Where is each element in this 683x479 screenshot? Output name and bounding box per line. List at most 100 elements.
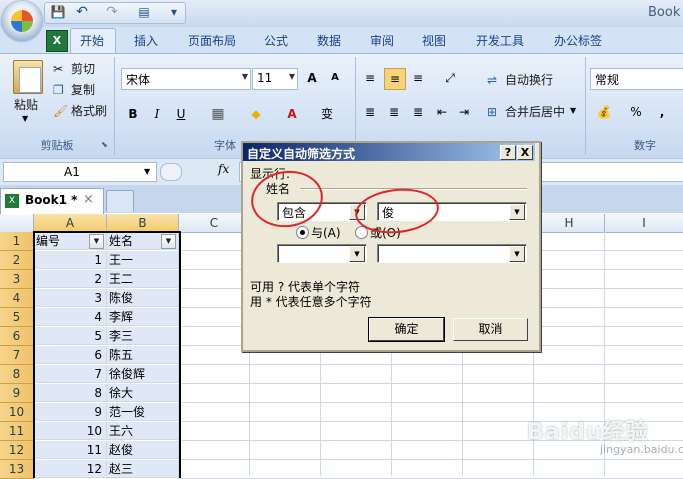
tab-page-layout[interactable]: 页面布局: [182, 30, 242, 52]
tab-office-tab[interactable]: 办公标签: [548, 30, 608, 52]
phonetic-icon[interactable]: 变: [316, 104, 338, 124]
new-tab-button[interactable]: [106, 190, 134, 212]
decrease-indent-icon[interactable]: ⇤: [432, 102, 452, 122]
orientation-icon[interactable]: ⤢: [440, 68, 460, 88]
cell-id[interactable]: 9: [34, 403, 107, 421]
grow-font-button[interactable]: A: [302, 68, 322, 88]
cell-id[interactable]: 4: [34, 308, 107, 326]
row-header[interactable]: 4: [0, 289, 34, 308]
cell-name[interactable]: 赵俊: [107, 441, 179, 459]
cell-name[interactable]: 陈俊: [107, 289, 179, 307]
namebox-resize-handle[interactable]: [160, 163, 182, 181]
number-format-combo[interactable]: 常规: [590, 68, 683, 90]
row-header[interactable]: 10: [0, 403, 34, 422]
undo-icon[interactable]: ↶: [74, 4, 90, 20]
cell-id[interactable]: 3: [34, 289, 107, 307]
cell-id[interactable]: 6: [34, 346, 107, 364]
cell-id[interactable]: 2: [34, 270, 107, 288]
percent-button[interactable]: %: [626, 102, 646, 122]
name-box[interactable]: A1 ▼: [3, 162, 157, 182]
bold-button[interactable]: B: [123, 104, 143, 124]
fx-icon[interactable]: fx: [218, 162, 229, 176]
cell-id[interactable]: 11: [34, 441, 107, 459]
merge-center-icon[interactable]: ⊞: [487, 102, 497, 122]
column-header-c[interactable]: C: [179, 214, 250, 233]
cell-name[interactable]: 李辉: [107, 308, 179, 326]
row-header[interactable]: 1: [0, 232, 34, 251]
cut-icon[interactable]: ✂: [53, 59, 63, 79]
align-center-icon[interactable]: ≣: [384, 102, 404, 122]
row-header[interactable]: 8: [0, 365, 34, 384]
select-all-corner[interactable]: [0, 214, 34, 233]
paste-button[interactable]: 粘贴: [14, 95, 38, 115]
tab-label[interactable]: 开始: [70, 30, 114, 52]
row-header[interactable]: 3: [0, 270, 34, 289]
align-right-icon[interactable]: ≣: [408, 102, 428, 122]
row-header[interactable]: 7: [0, 346, 34, 365]
borders-icon[interactable]: ▦: [208, 104, 228, 124]
column-header-i[interactable]: I: [605, 214, 683, 233]
font-size-combo[interactable]: 11 ▼: [252, 68, 298, 90]
column-header-b[interactable]: B: [107, 214, 179, 233]
cell-id[interactable]: 12: [34, 460, 107, 478]
cell-name[interactable]: 王二: [107, 270, 179, 288]
fill-color-icon[interactable]: ◆: [246, 104, 266, 124]
cell-id[interactable]: 10: [34, 422, 107, 440]
workbook-tab[interactable]: X Book1 * ×: [0, 188, 104, 214]
italic-button[interactable]: I: [147, 104, 167, 124]
dialog-titlebar[interactable]: 自定义自动筛选方式: [243, 143, 535, 161]
shrink-font-button[interactable]: A: [325, 68, 345, 88]
cell-name[interactable]: 陈五: [107, 346, 179, 364]
filter-dropdown-icon[interactable]: ▼: [89, 234, 104, 249]
format-painter-icon[interactable]: 🖌: [53, 101, 68, 121]
filter-dropdown-icon[interactable]: ▼: [161, 234, 176, 249]
align-middle-icon[interactable]: ≡: [384, 68, 406, 90]
cell-name[interactable]: 王六: [107, 422, 179, 440]
cell-name[interactable]: 徐俊辉: [107, 365, 179, 383]
ok-button[interactable]: 确定: [368, 317, 445, 342]
cell-name[interactable]: 范一俊: [107, 403, 179, 421]
format-painter-button[interactable]: 格式刷: [71, 101, 107, 121]
print-preview-icon[interactable]: ▤: [136, 4, 152, 20]
cell-id[interactable]: 8: [34, 384, 107, 402]
cell-name[interactable]: 赵三: [107, 460, 179, 478]
customize-qat-icon[interactable]: ▾: [166, 4, 182, 20]
chevron-down-icon[interactable]: ▼: [570, 106, 576, 115]
close-icon[interactable]: X: [517, 145, 533, 160]
row-header[interactable]: 9: [0, 384, 34, 403]
wrap-text-icon[interactable]: ⇌: [487, 70, 497, 90]
help-icon[interactable]: ?: [500, 145, 516, 160]
cell-name[interactable]: 李三: [107, 327, 179, 345]
merge-center-button[interactable]: 合并后居中: [505, 102, 565, 122]
row-header[interactable]: 12: [0, 441, 34, 460]
align-bottom-icon[interactable]: ≡: [408, 68, 428, 88]
cancel-button[interactable]: 取消: [453, 318, 528, 341]
currency-icon[interactable]: 💰: [594, 102, 614, 122]
row-header[interactable]: 6: [0, 327, 34, 346]
row-header[interactable]: 13: [0, 460, 34, 479]
column-header-h[interactable]: H: [534, 214, 605, 233]
and-radio-label[interactable]: 与(A): [311, 224, 341, 241]
font-color-icon[interactable]: A: [282, 104, 302, 124]
close-icon[interactable]: ×: [83, 192, 94, 207]
tab-formulas[interactable]: 公式: [256, 30, 296, 52]
save-icon[interactable]: 💾: [50, 4, 66, 20]
chevron-down-icon[interactable]: ▼: [509, 204, 525, 220]
tab-insert[interactable]: 插入: [126, 30, 166, 52]
tab-developer[interactable]: 开发工具: [470, 30, 530, 52]
copy-icon[interactable]: ❐: [53, 80, 64, 100]
cell-name[interactable]: 徐大: [107, 384, 179, 402]
condition2-operator-select[interactable]: ▼: [277, 244, 367, 263]
row-header[interactable]: 2: [0, 251, 34, 270]
align-left-icon[interactable]: ≣: [360, 102, 380, 122]
cut-button[interactable]: 剪切: [71, 59, 95, 79]
row-header[interactable]: 11: [0, 422, 34, 441]
tab-view[interactable]: 视图: [414, 30, 454, 52]
cell-id[interactable]: 5: [34, 327, 107, 345]
wrap-text-button[interactable]: 自动换行: [505, 70, 553, 90]
header-cell-id[interactable]: 编号 ▼: [34, 232, 107, 250]
dialog-launcher-icon[interactable]: ⬊: [101, 140, 108, 149]
tab-data[interactable]: 数据: [309, 30, 349, 52]
chevron-down-icon[interactable]: ▼: [349, 246, 365, 262]
redo-icon[interactable]: ↷: [104, 4, 120, 20]
